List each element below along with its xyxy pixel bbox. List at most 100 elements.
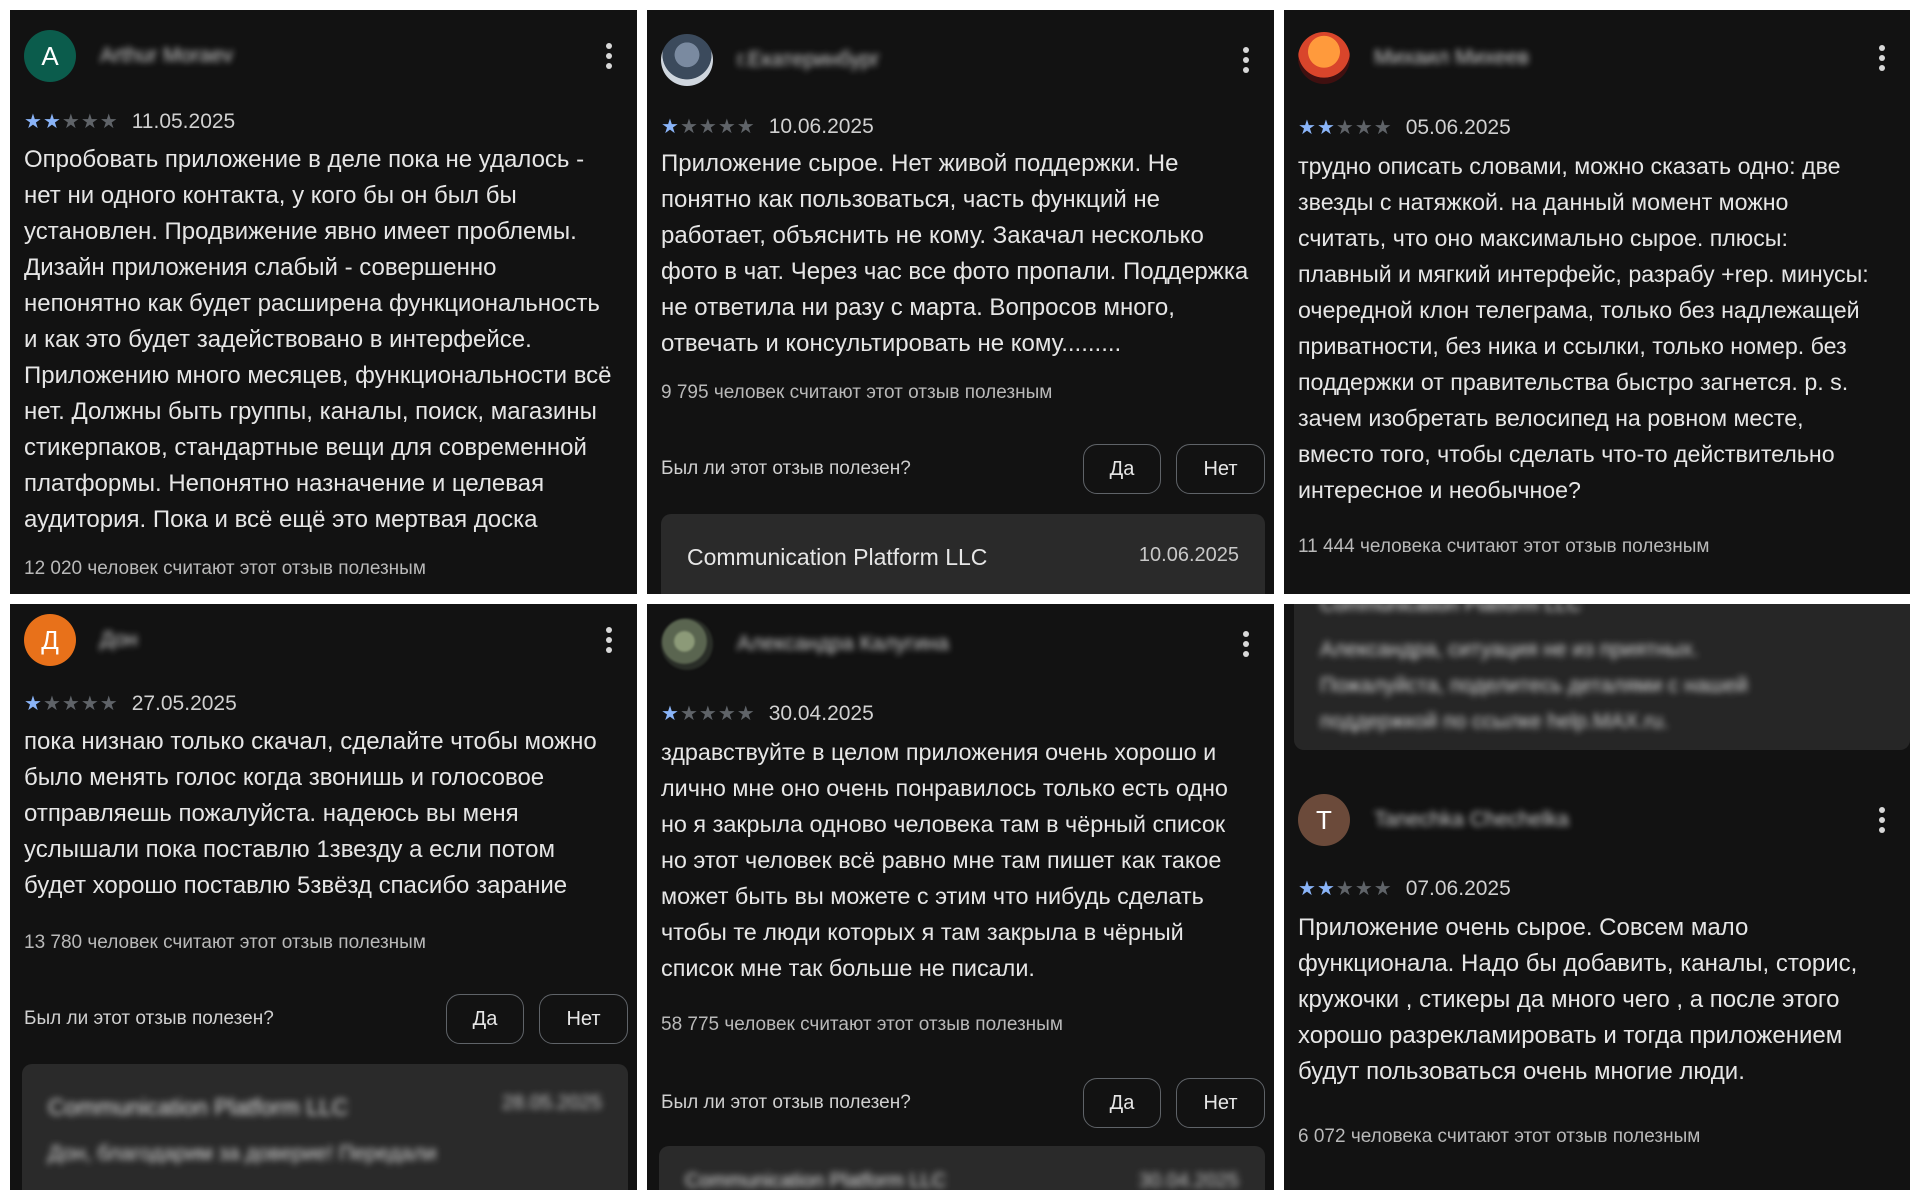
developer-name: Communication Platform LLC <box>685 1170 947 1190</box>
star-empty-icon: ★ <box>99 111 118 133</box>
star-rating: ★ ★ ★ ★ ★ <box>661 117 755 137</box>
star-empty-icon: ★ <box>698 703 717 725</box>
reply-text: Александра, ситуация не из приятных. Пож… <box>1320 638 1748 733</box>
avatar <box>661 618 713 670</box>
helpful-no-button[interactable]: Нет <box>1176 444 1265 494</box>
helpful-question: Был ли этот отзыв полезен? <box>24 1008 274 1029</box>
star-empty-icon: ★ <box>1373 878 1392 900</box>
star-empty-icon: ★ <box>1354 878 1373 900</box>
avatar <box>1298 32 1350 84</box>
star-empty-icon: ★ <box>42 693 61 715</box>
author-name: Дон <box>100 628 138 651</box>
developer-name: Communication Platform LLC <box>687 544 988 570</box>
star-filled-icon: ★ <box>1298 878 1316 900</box>
review-date: 05.06.2025 <box>1405 116 1511 139</box>
review-header: Михаил Михеев <box>1298 32 1896 84</box>
star-empty-icon: ★ <box>717 703 736 725</box>
review-text: Опробовать приложение в деле пока не уда… <box>24 146 612 533</box>
star-filled-icon: ★ <box>24 693 42 715</box>
star-rating: ★ ★ ★ ★ ★ <box>1298 118 1392 138</box>
avatar: Д <box>24 614 76 666</box>
star-empty-icon: ★ <box>698 116 717 138</box>
review-text: пока низнаю только скачал, сделайте чтоб… <box>24 728 597 899</box>
more-options-icon[interactable] <box>1868 802 1896 838</box>
star-empty-icon: ★ <box>1335 117 1354 139</box>
avatar <box>661 34 713 86</box>
helpful-yes-button[interactable]: Да <box>446 994 524 1044</box>
author-name: Arthur Moraev <box>100 44 234 67</box>
previous-developer-reply: Communication Platform LLC Александра, с… <box>1294 604 1910 750</box>
star-empty-icon: ★ <box>1354 117 1373 139</box>
review-date: 27.05.2025 <box>131 692 237 715</box>
avatar-letter: T <box>1316 804 1332 835</box>
review-header: Александра Калугина <box>661 618 1260 670</box>
star-empty-icon: ★ <box>80 111 99 133</box>
helpful-count: 11 444 человека считают этот отзыв полез… <box>1298 536 1710 557</box>
review-header: г.Екатеринбург <box>661 34 1260 86</box>
star-filled-icon: ★ <box>661 116 679 138</box>
helpful-count: 9 795 человек считают этот отзыв полезны… <box>661 382 1053 403</box>
rating-row: ★ ★ ★ ★ ★ 05.06.2025 <box>1298 116 1511 140</box>
rating-row: ★ ★ ★ ★ ★ 27.05.2025 <box>24 692 237 716</box>
author-name: Михаил Михеев <box>1374 46 1529 69</box>
review-card: Д Дон ★ ★ ★ ★ ★ 27.05.2025 пока низнаю тольк… <box>10 604 637 1190</box>
star-empty-icon: ★ <box>1373 117 1392 139</box>
rating-row: ★ ★ ★ ★ ★ 10.06.2025 <box>661 115 874 139</box>
review-header: A Arthur Moraev <box>24 30 623 82</box>
star-rating: ★ ★ ★ ★ ★ <box>24 694 118 714</box>
review-card: Communication Platform LLC Александра, с… <box>1284 604 1910 1190</box>
helpful-count: 13 780 человек считают этот отзыв полезн… <box>24 932 426 953</box>
rating-row: ★ ★ ★ ★ ★ 30.04.2025 <box>661 702 874 726</box>
avatar-letter: Д <box>41 624 59 655</box>
author-name: Tanechka Chechelka <box>1374 808 1569 831</box>
review-card: Александра Калугина ★ ★ ★ ★ ★ 30.04.2025 здр… <box>647 604 1274 1190</box>
helpful-count: 6 072 человека считают этот отзыв полезн… <box>1298 1126 1701 1147</box>
review-text: Приложение очень сырое. Совсем мало функ… <box>1298 914 1858 1085</box>
review-card: A Arthur Moraev ★ ★ ★ ★ ★ 11.05.2025 Опробов… <box>10 10 637 594</box>
review-card: г.Екатеринбург ★ ★ ★ ★ ★ 10.06.2025 Приложен… <box>647 10 1274 594</box>
review-header: T Tanechka Chechelka <box>1298 794 1896 846</box>
helpful-no-button[interactable]: Нет <box>539 994 628 1044</box>
reply-date: 30.04.2025 <box>1138 1170 1239 1190</box>
star-filled-icon: ★ <box>661 703 679 725</box>
helpful-count: 12 020 человек считают этот отзыв полезн… <box>24 558 426 579</box>
more-options-icon[interactable] <box>595 38 623 74</box>
helpful-yes-button[interactable]: Да <box>1083 444 1161 494</box>
developer-name: Communication Platform LLC <box>48 1094 349 1120</box>
author-name: г.Екатеринбург <box>737 48 881 71</box>
developer-name: Communication Platform LLC <box>1320 604 1582 616</box>
avatar: T <box>1298 794 1350 846</box>
review-date: 11.05.2025 <box>131 110 236 133</box>
review-text: Приложение сырое. Нет живой поддержки. Н… <box>661 150 1249 357</box>
more-options-icon[interactable] <box>595 622 623 658</box>
rating-row: ★ ★ ★ ★ ★ 11.05.2025 <box>24 110 235 134</box>
avatar: A <box>24 30 76 82</box>
helpful-yes-button[interactable]: Да <box>1083 1078 1161 1128</box>
star-filled-icon: ★ <box>24 111 42 133</box>
review-date: 10.06.2025 <box>768 115 874 138</box>
review-text: здравствуйте в целом приложения очень хо… <box>661 739 1228 981</box>
star-empty-icon: ★ <box>736 703 755 725</box>
developer-reply: Communication Platform LLC 10.06.2025 <box>661 514 1265 594</box>
helpful-no-button[interactable]: Нет <box>1176 1078 1265 1128</box>
star-filled-icon: ★ <box>1316 878 1335 900</box>
review-date: 30.04.2025 <box>768 702 874 725</box>
more-options-icon[interactable] <box>1232 42 1260 78</box>
avatar-letter: A <box>41 40 59 71</box>
star-rating: ★ ★ ★ ★ ★ <box>24 112 118 132</box>
developer-reply: Communication Platform LLC 30.04.2025 <box>659 1146 1265 1190</box>
helpful-count: 58 775 человек считают этот отзыв полезн… <box>661 1014 1063 1035</box>
review-text: трудно описать словами, можно сказать од… <box>1298 153 1869 503</box>
star-empty-icon: ★ <box>679 703 698 725</box>
more-options-icon[interactable] <box>1868 40 1896 76</box>
star-filled-icon: ★ <box>42 111 61 133</box>
star-empty-icon: ★ <box>80 693 99 715</box>
helpful-question: Был ли этот отзыв полезен? <box>661 458 911 479</box>
star-empty-icon: ★ <box>1335 878 1354 900</box>
rating-row: ★ ★ ★ ★ ★ 07.06.2025 <box>1298 877 1511 901</box>
reply-text: Дон, благодарим за доверие! Передали <box>48 1142 437 1165</box>
star-filled-icon: ★ <box>1298 117 1316 139</box>
star-rating: ★ ★ ★ ★ ★ <box>661 704 755 724</box>
developer-reply: Communication Platform LLC 28.05.2025 До… <box>22 1064 628 1190</box>
more-options-icon[interactable] <box>1232 626 1260 662</box>
